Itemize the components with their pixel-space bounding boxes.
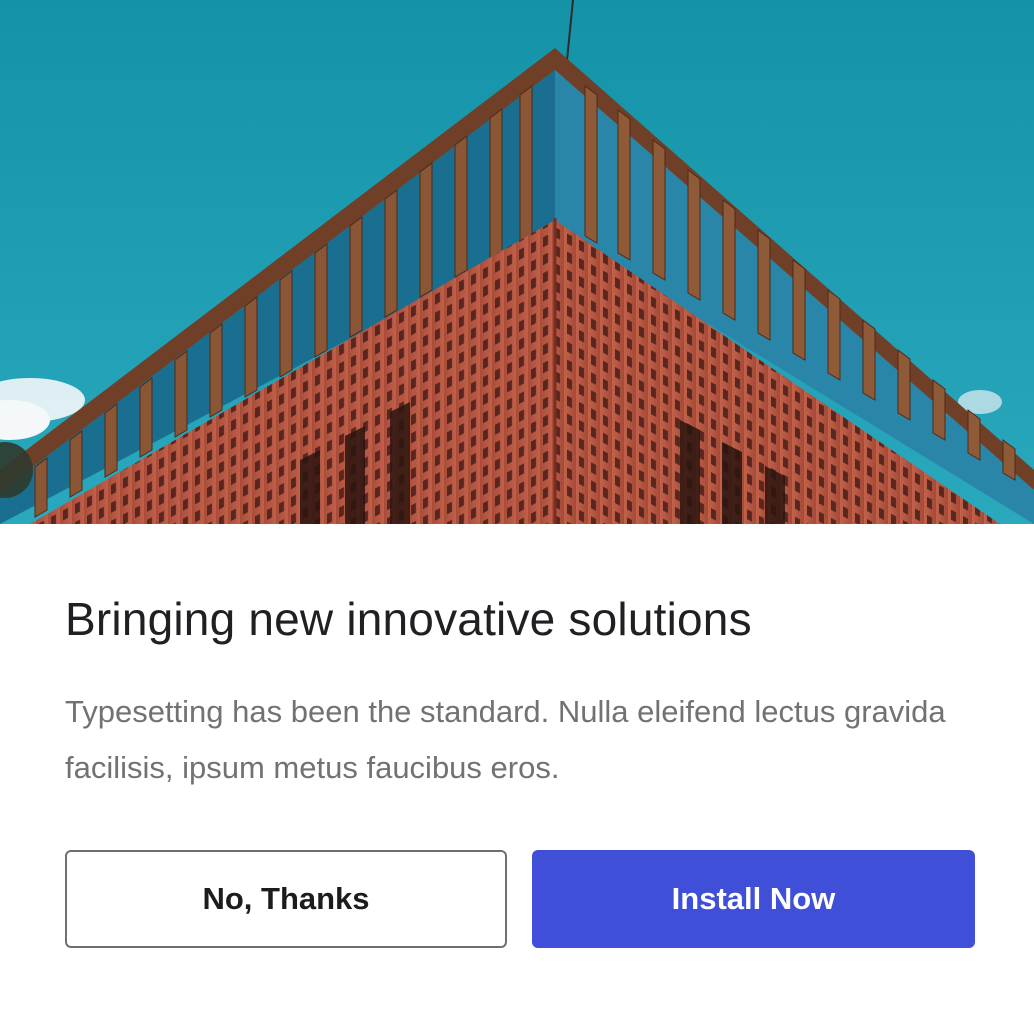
install-now-button-label: Install Now [671, 881, 836, 916]
install-dialog-card: Bringing new innovative solutions Typese… [0, 0, 1034, 1016]
no-thanks-button[interactable]: No, Thanks [65, 850, 507, 948]
dialog-title: Bringing new innovative solutions [65, 593, 752, 645]
dialog-description: Typesetting has been the standard. Nulla… [65, 694, 946, 785]
install-now-button[interactable]: Install Now [532, 850, 975, 948]
hero-image [0, 0, 1034, 524]
no-thanks-button-label: No, Thanks [202, 881, 370, 916]
